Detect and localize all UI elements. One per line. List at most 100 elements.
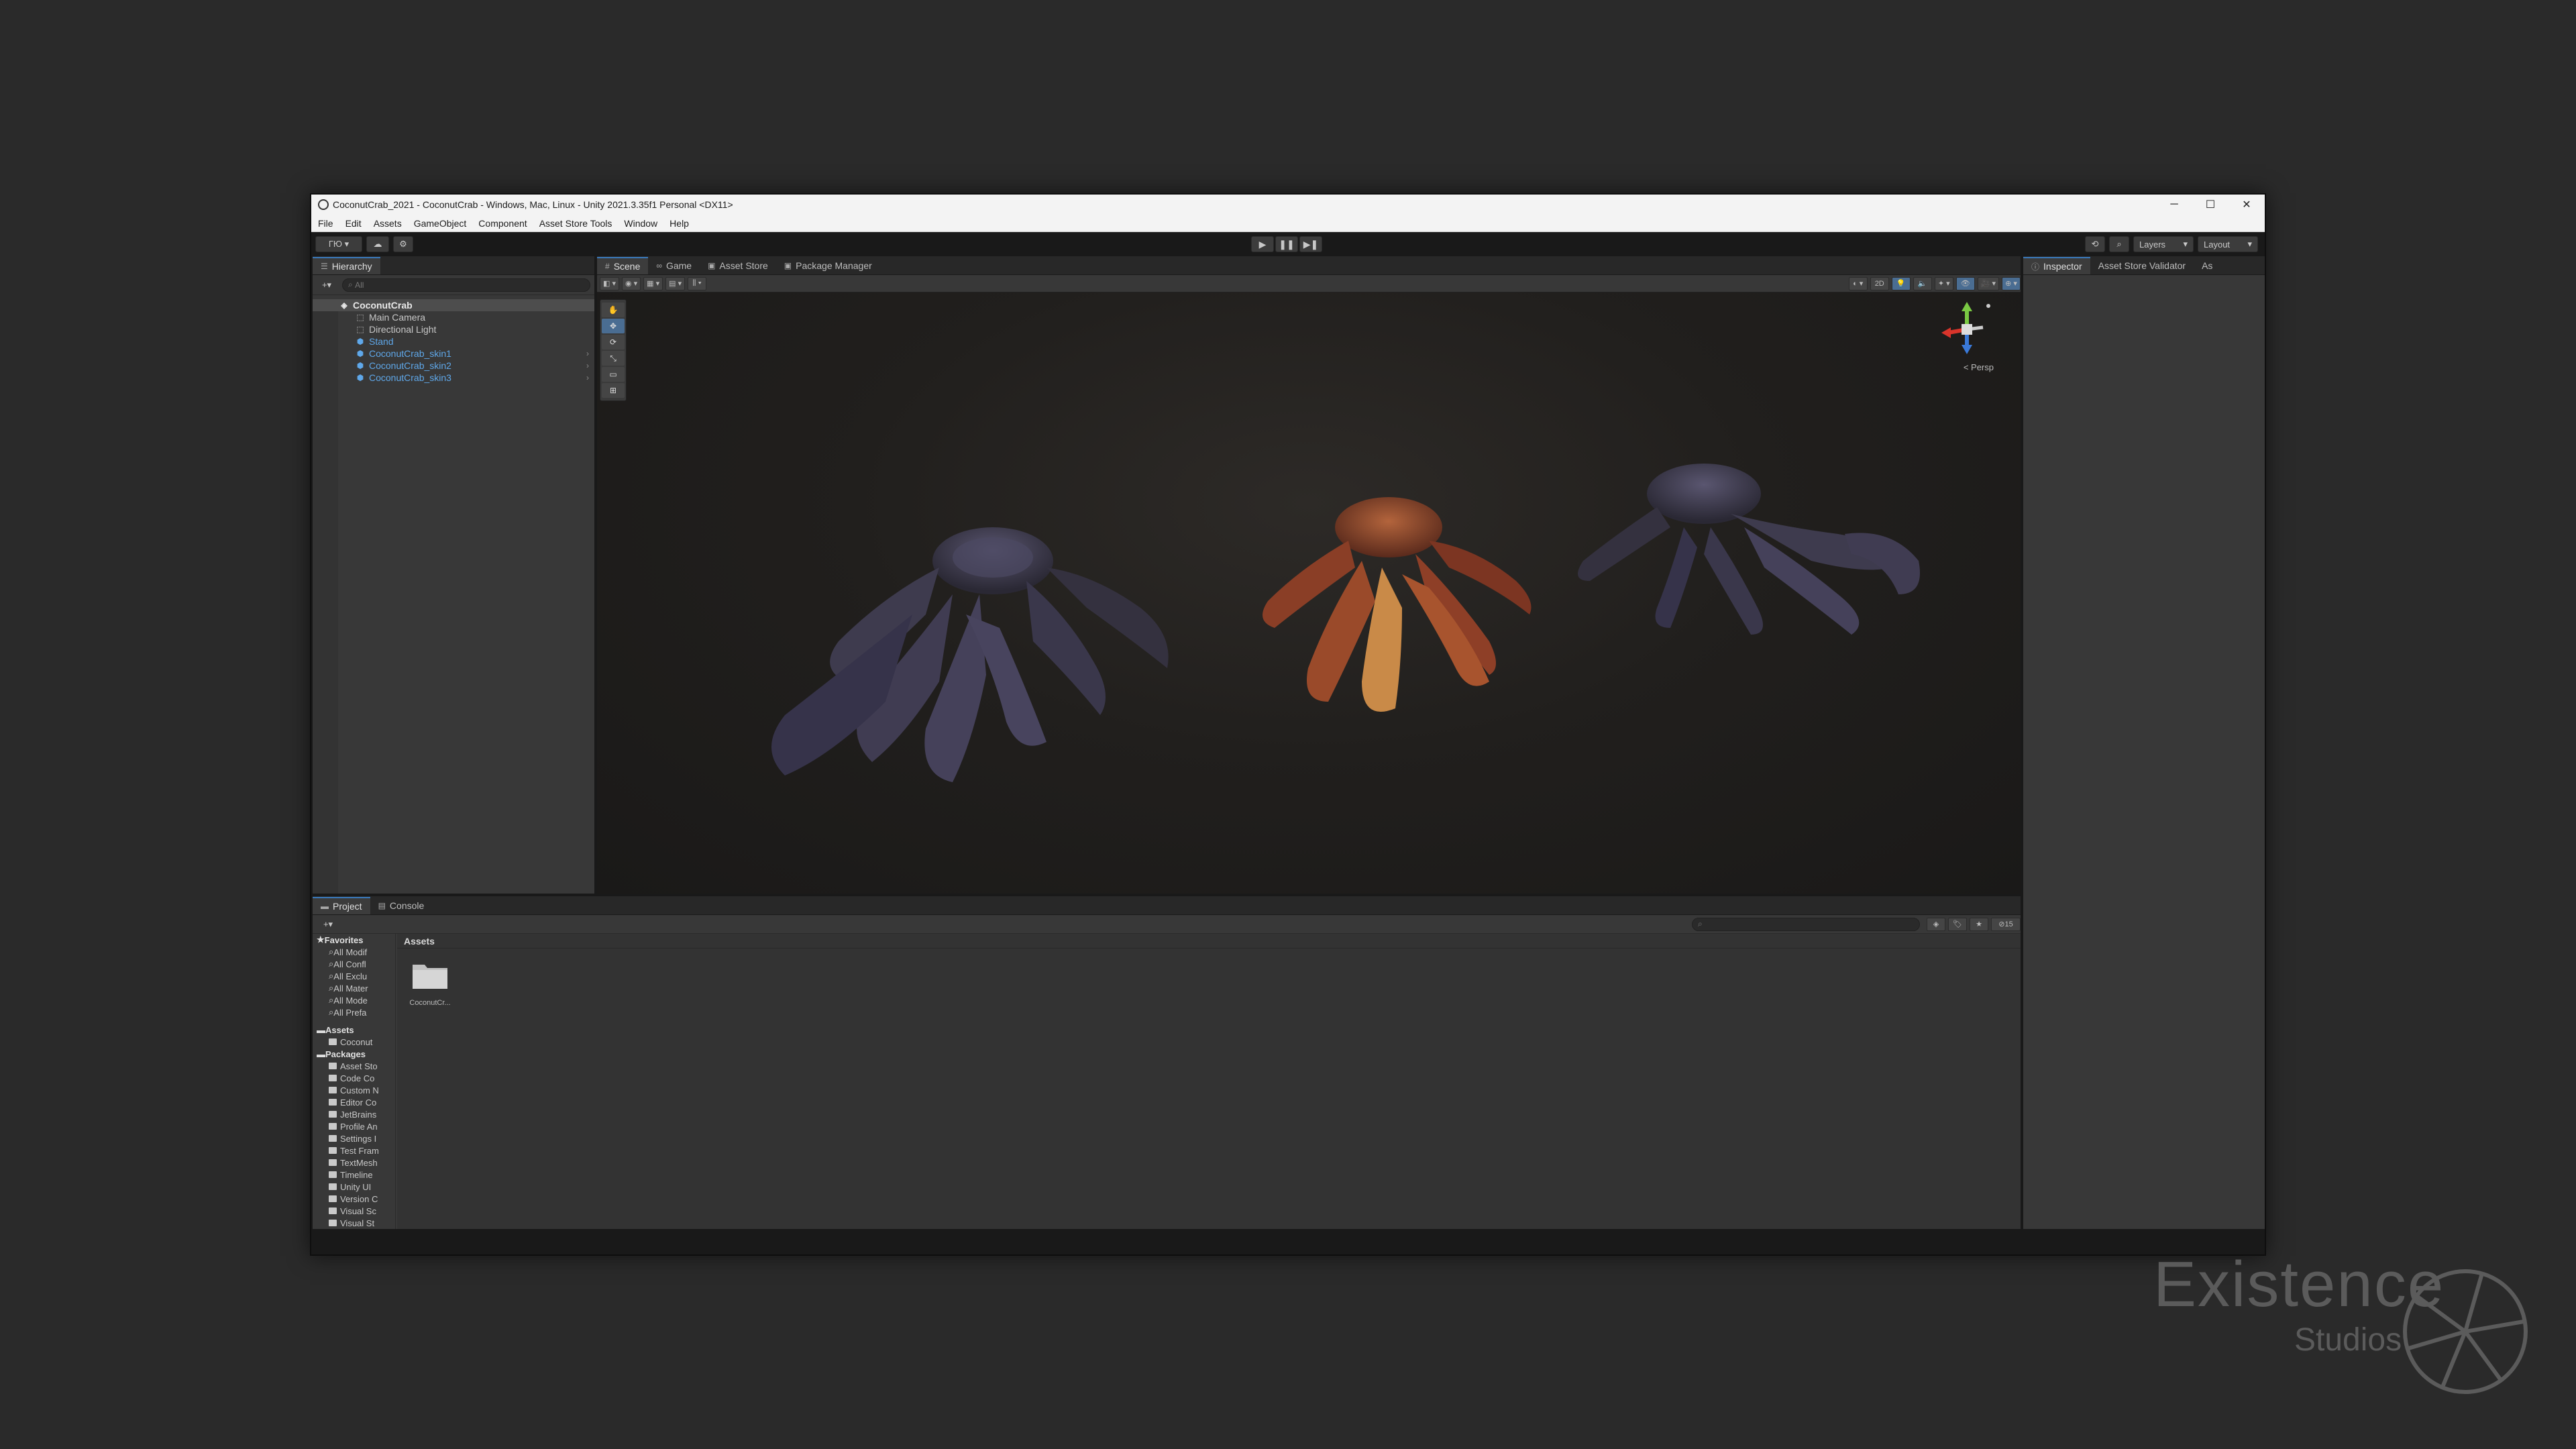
hierarchy-item-main-camera[interactable]: ⬚ Main Camera: [313, 311, 594, 323]
camera-dropdown[interactable]: 🎥 ▾: [1977, 276, 1999, 290]
chevron-right-icon[interactable]: ›: [586, 349, 589, 358]
assets-header[interactable]: ▬ Assets: [313, 1024, 395, 1036]
search-icon[interactable]: ⌕: [2109, 236, 2129, 252]
maximize-button[interactable]: ☐: [2192, 195, 2229, 215]
favorite-item[interactable]: ⌕ All Mode: [313, 994, 395, 1006]
favorites-header[interactable]: ★ Favorites: [313, 934, 395, 946]
perspective-label[interactable]: < Persp: [1964, 362, 1994, 372]
hidden-objects-toggle[interactable]: 👁: [1955, 276, 1975, 290]
gizmos-dropdown[interactable]: ⊕ ▾: [2002, 276, 2021, 290]
coconut-crab-blue-left[interactable]: [711, 514, 1194, 796]
coconut-crab-blue-right[interactable]: [1556, 460, 1932, 661]
tab-hierarchy[interactable]: ☰ Hierarchy: [313, 257, 380, 274]
asset-folder-tile[interactable]: CoconutCr...: [407, 961, 453, 1007]
snap-increment-dropdown[interactable]: ▤ ▾: [665, 276, 686, 290]
package-folder-item[interactable]: Unity UI: [313, 1181, 395, 1193]
tab-game[interactable]: ∞ Game: [648, 257, 700, 274]
history-icon[interactable]: ⟲: [2085, 236, 2105, 252]
project-search-input[interactable]: ⌕: [1692, 917, 1920, 931]
package-folder-item[interactable]: Asset Sto: [313, 1060, 395, 1072]
tab-project[interactable]: ▬ Project: [313, 897, 370, 914]
package-folder-item[interactable]: Profile An: [313, 1120, 395, 1132]
grid-snap-dropdown[interactable]: ▦ ▾: [643, 276, 663, 290]
package-folder-item[interactable]: Code Co: [313, 1072, 395, 1084]
scene-viewport[interactable]: ✋ ✥ ⟳ ⤡ ▭ ⊞ < Persp: [597, 292, 2021, 894]
packages-header[interactable]: ▬ Packages: [313, 1048, 395, 1060]
rect-tool-icon[interactable]: ▭: [602, 367, 625, 382]
tab-console[interactable]: ▤ Console: [370, 897, 433, 914]
package-folder-item[interactable]: Timeline: [313, 1169, 395, 1181]
menu-window[interactable]: Window: [624, 218, 657, 229]
audio-toggle[interactable]: 🔈: [1913, 276, 1932, 290]
package-folder-item[interactable]: Visual Sc: [313, 1205, 395, 1217]
close-button[interactable]: ✕: [2229, 195, 2265, 215]
cloud-icon[interactable]: ☁: [366, 236, 389, 252]
pause-button[interactable]: ❚❚: [1275, 236, 1298, 252]
menu-assets[interactable]: Assets: [374, 218, 402, 229]
favorite-item[interactable]: ⌕ All Prefa: [313, 1006, 395, 1018]
package-folder-item[interactable]: Visual St: [313, 1217, 395, 1229]
layout-dropdown[interactable]: Layout ▾: [2198, 236, 2258, 252]
menu-gameobject[interactable]: GameObject: [414, 218, 467, 229]
breadcrumb[interactable]: Assets: [397, 934, 2021, 949]
chevron-right-icon[interactable]: ›: [586, 361, 589, 370]
effects-dropdown[interactable]: ✦ ▾: [1934, 276, 1953, 290]
settings-gear-icon[interactable]: ⚙: [393, 236, 413, 252]
hidden-packages-toggle[interactable]: ⊘ 15: [1991, 917, 2021, 931]
package-folder-item[interactable]: Test Fram: [313, 1144, 395, 1157]
menu-component[interactable]: Component: [478, 218, 527, 229]
rotate-tool-icon[interactable]: ⟳: [602, 335, 625, 350]
menu-edit[interactable]: Edit: [345, 218, 362, 229]
hierarchy-item-coconutcrab-skin1[interactable]: ⬢ CoconutCrab_skin1 ›: [313, 347, 594, 360]
package-folder-item[interactable]: Version C: [313, 1193, 395, 1205]
tab-asset-store[interactable]: ▣ Asset Store: [700, 257, 776, 274]
tab-package-manager[interactable]: ▣ Package Manager: [776, 257, 880, 274]
package-folder-item[interactable]: TextMesh: [313, 1157, 395, 1169]
layers-dropdown[interactable]: Layers ▾: [2133, 236, 2194, 252]
minimize-button[interactable]: ─: [2156, 195, 2192, 215]
shading-dropdown[interactable]: ◐ ▾: [1848, 276, 1868, 290]
tab-overflow[interactable]: As: [2194, 257, 2220, 274]
lighting-toggle[interactable]: 💡: [1891, 276, 1911, 290]
package-folder-item[interactable]: Editor Co: [313, 1096, 395, 1108]
hand-tool-icon[interactable]: ✋: [602, 303, 625, 317]
folder-icon: [329, 1147, 337, 1154]
asset-folder-item[interactable]: Coconut: [313, 1036, 395, 1048]
package-folder-item[interactable]: Settings I: [313, 1132, 395, 1144]
hierarchy-search-input[interactable]: ⌕ All: [342, 278, 590, 292]
package-folder-item[interactable]: Custom N: [313, 1084, 395, 1096]
move-tool-icon[interactable]: ✥: [602, 319, 625, 333]
package-folder-item[interactable]: JetBrains: [313, 1108, 395, 1120]
favorite-star-icon[interactable]: ★: [1970, 917, 1988, 931]
align-dropdown[interactable]: ⫼ ▾: [688, 276, 707, 290]
hierarchy-item-coconutcrab[interactable]: ◈ CoconutCrab: [313, 299, 594, 311]
filter-type-icon[interactable]: ◈: [1927, 917, 1945, 931]
favorite-item[interactable]: ⌕ All Modif: [313, 946, 395, 958]
tab-scene[interactable]: # Scene: [597, 257, 649, 274]
menu-help[interactable]: Help: [669, 218, 689, 229]
filter-label-icon[interactable]: 🏷: [1948, 917, 1967, 931]
tab-inspector[interactable]: ⓘ Inspector: [2023, 257, 2090, 274]
draw-mode-dropdown[interactable]: ◧ ▾: [600, 276, 619, 290]
play-button[interactable]: ▶: [1251, 236, 1274, 252]
step-button[interactable]: ▶❚: [1299, 236, 1322, 252]
add-object-button[interactable]: +▾: [315, 276, 338, 293]
2d-toggle[interactable]: 2D: [1870, 276, 1889, 290]
hierarchy-item-coconutcrab-skin2[interactable]: ⬢ CoconutCrab_skin2 ›: [313, 360, 594, 372]
coconut-crab-orange-middle[interactable]: [1234, 494, 1583, 735]
menu-file[interactable]: File: [318, 218, 333, 229]
chevron-right-icon[interactable]: ›: [586, 373, 589, 382]
menu-asset-store-tools[interactable]: Asset Store Tools: [539, 218, 612, 229]
favorite-item[interactable]: ⌕ All Confl: [313, 958, 395, 970]
favorite-item[interactable]: ⌕ All Exclu: [313, 970, 395, 982]
account-dropdown[interactable]: ГЮ ▾: [315, 236, 362, 252]
favorite-item[interactable]: ⌕ All Mater: [313, 982, 395, 994]
scale-tool-icon[interactable]: ⤡: [602, 351, 625, 366]
create-asset-button[interactable]: +▾: [317, 916, 339, 932]
tab-asset-store-validator[interactable]: Asset Store Validator: [2090, 257, 2194, 274]
transform-tool-icon[interactable]: ⊞: [602, 383, 625, 398]
hierarchy-item-coconutcrab-skin3[interactable]: ⬢ CoconutCrab_skin3 ›: [313, 372, 594, 384]
hierarchy-item-stand[interactable]: ⬢ Stand: [313, 335, 594, 347]
render-mode-dropdown[interactable]: ◉ ▾: [621, 276, 641, 290]
hierarchy-item-directional-light[interactable]: ⬚ Directional Light: [313, 323, 594, 335]
